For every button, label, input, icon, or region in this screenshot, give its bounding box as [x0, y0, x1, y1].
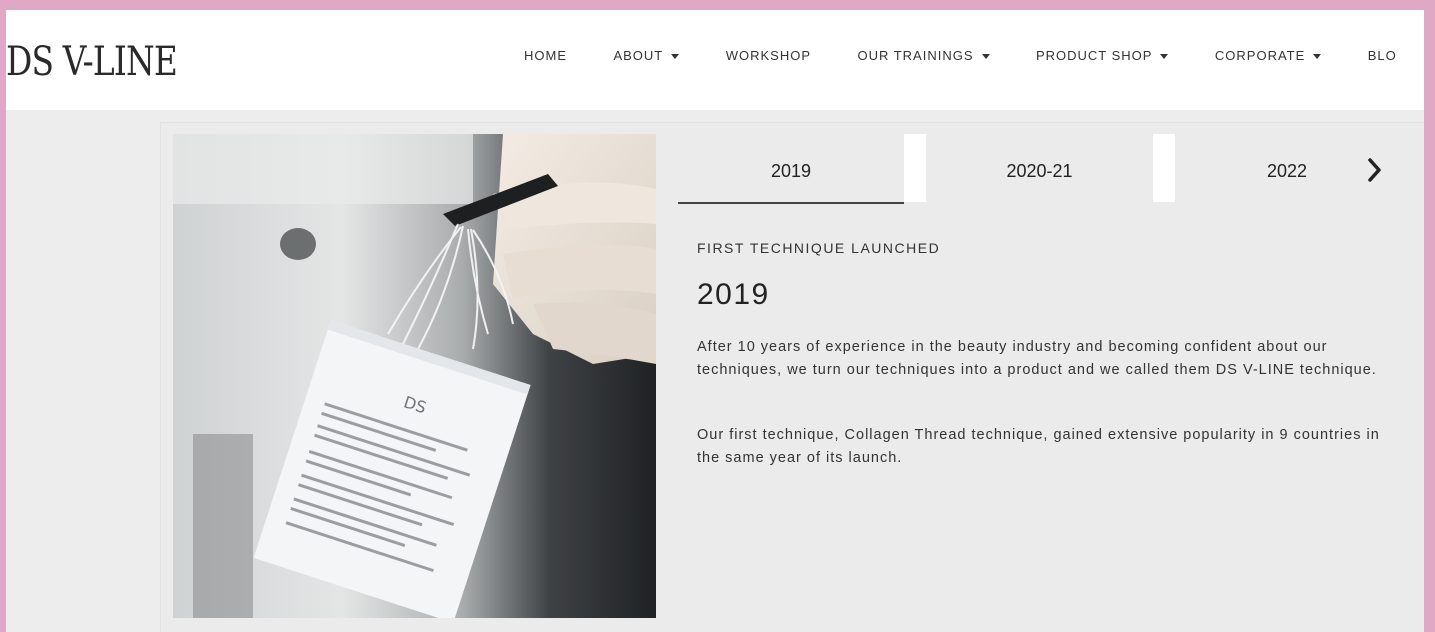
tab-2019[interactable]: 2019 — [678, 134, 904, 204]
caret-down-icon — [671, 54, 680, 60]
caret-down-icon — [1313, 54, 1322, 60]
product-photo: DS — [173, 134, 656, 618]
nav-product-shop[interactable]: PRODUCT SHOP — [1036, 46, 1169, 66]
nav-blog[interactable]: BLO — [1368, 46, 1397, 66]
nav-about[interactable]: ABOUT — [613, 46, 680, 66]
tab-2020-21[interactable]: 2020-21 — [926, 134, 1153, 202]
main-nav: HOME ABOUT WORKSHOP OUR TRAININGS PRODUC… — [524, 46, 1424, 66]
nav-home[interactable]: HOME — [524, 46, 567, 66]
milestone-paragraph: After 10 years of experience in the beau… — [697, 339, 1377, 378]
tab-separator — [1153, 134, 1175, 202]
tab-separator — [904, 134, 926, 202]
thread-pack-illustration: DS — [173, 134, 656, 618]
site-logo[interactable]: DS V-LINE — [6, 42, 178, 82]
nav-our-trainings[interactable]: OUR TRAININGS — [857, 46, 990, 66]
milestone-year: 2019 — [697, 278, 770, 311]
nav-workshop[interactable]: WORKSHOP — [726, 46, 811, 66]
nav-corporate[interactable]: CORPORATE — [1215, 46, 1322, 66]
milestone-eyebrow: FIRST TECHNIQUE LAUNCHED — [697, 240, 941, 256]
next-button[interactable] — [1364, 156, 1386, 184]
site-header: DS V-LINE HOME ABOUT WORKSHOP OUR TRAINI… — [6, 10, 1424, 110]
chevron-right-icon — [1368, 158, 1381, 182]
timeline-tabs: 2019 2020-21 2022 — [678, 134, 1424, 204]
caret-down-icon — [981, 54, 990, 60]
caret-down-icon — [1160, 54, 1169, 60]
milestone-paragraph: Our first technique, Collagen Thread tec… — [697, 427, 1380, 466]
page: DS V-LINE HOME ABOUT WORKSHOP OUR TRAINI… — [0, 0, 1424, 632]
